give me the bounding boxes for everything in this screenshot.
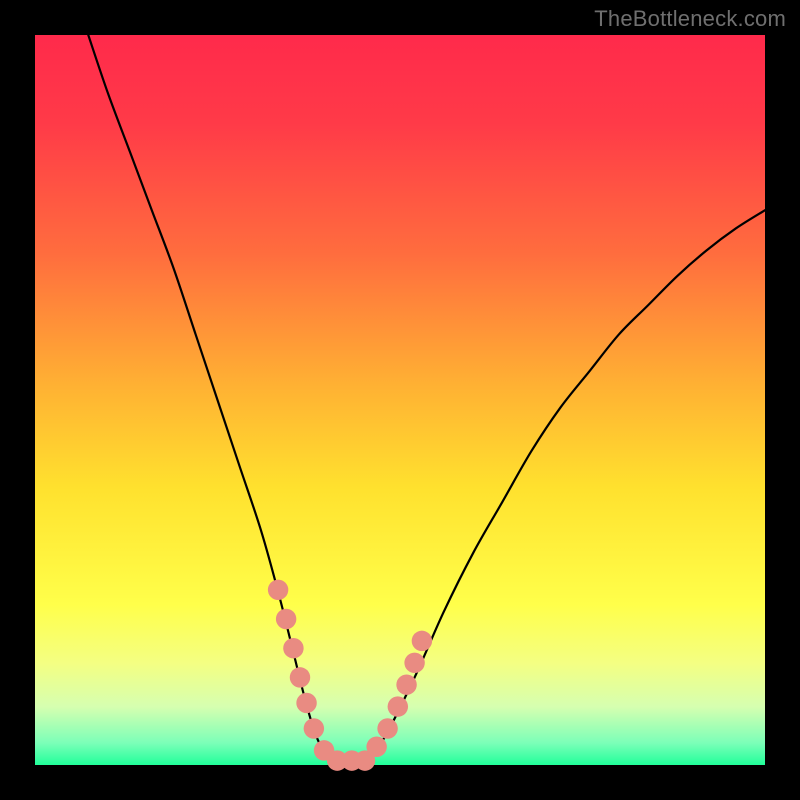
highlight-marker xyxy=(377,718,397,738)
highlight-marker xyxy=(296,693,316,713)
highlight-marker xyxy=(276,609,296,629)
highlight-marker xyxy=(283,638,303,658)
highlight-marker xyxy=(404,653,424,673)
highlight-marker xyxy=(304,718,324,738)
highlight-marker xyxy=(388,696,408,716)
highlight-marker xyxy=(366,737,386,757)
highlight-marker xyxy=(290,667,310,687)
highlight-marker xyxy=(396,674,416,694)
watermark-text: TheBottleneck.com xyxy=(594,6,786,32)
chart-stage: TheBottleneck.com xyxy=(0,0,800,800)
highlight-marker xyxy=(268,580,288,600)
gradient-background xyxy=(35,35,765,765)
highlight-marker xyxy=(412,631,432,651)
bottleneck-chart xyxy=(0,0,800,800)
